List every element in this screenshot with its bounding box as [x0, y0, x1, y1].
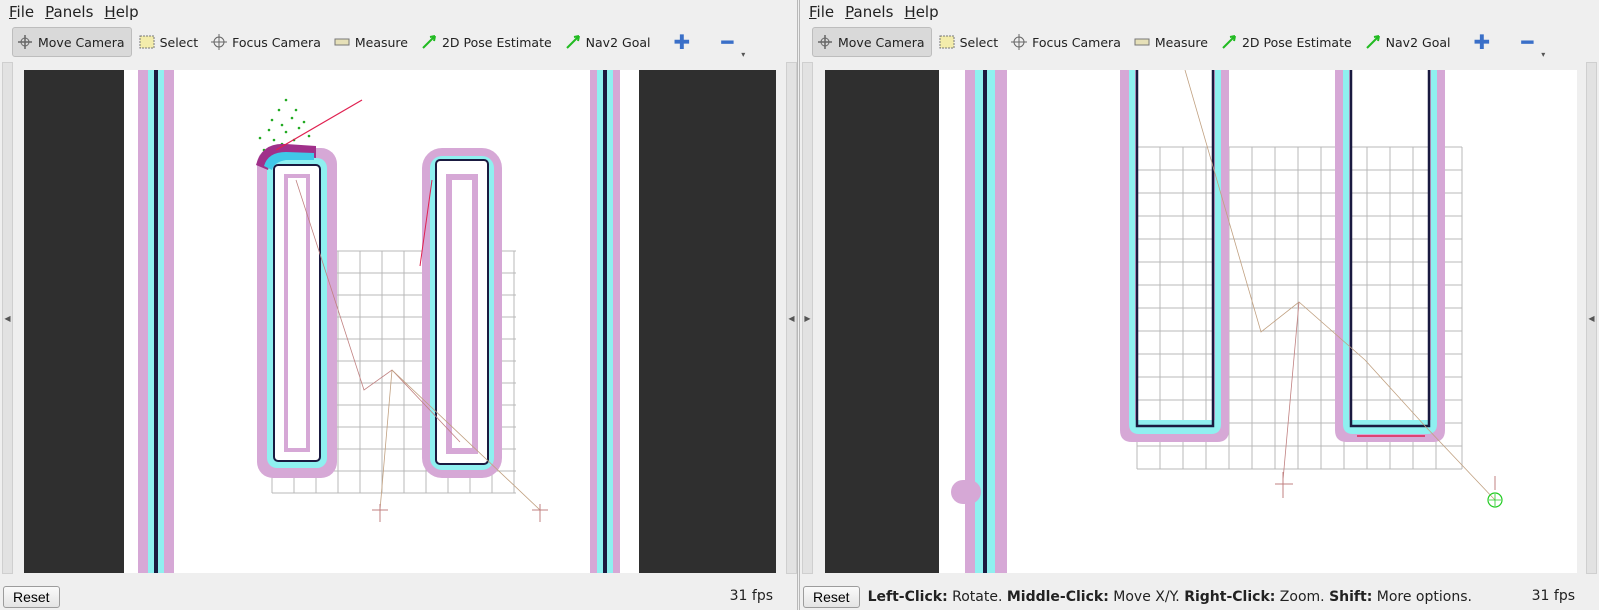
hint-zoom: Zoom.: [1275, 589, 1330, 605]
minus-icon: ━: [721, 30, 734, 54]
menu-file[interactable]: File: [9, 3, 34, 21]
rviz-window-right: File Panels Help Move Camera Select Focu…: [799, 0, 1599, 610]
measure-tool[interactable]: Measure: [330, 27, 414, 57]
green-arrow-icon: [1221, 34, 1239, 50]
select-tool[interactable]: Select: [935, 27, 1005, 57]
move-camera-label: Move Camera: [38, 34, 125, 50]
remove-tool-button[interactable]: ━: [1507, 27, 1547, 59]
focus-camera-tool[interactable]: Focus Camera: [1007, 27, 1127, 57]
pose-estimate-label: 2D Pose Estimate: [1241, 34, 1352, 50]
3d-viewport[interactable]: [24, 70, 776, 573]
map-render: [24, 70, 776, 573]
nav2-goal-label: Nav2 Goal: [1385, 34, 1451, 50]
menu-file[interactable]: File: [809, 3, 834, 21]
nav2-goal-tool[interactable]: Nav2 Goal: [1361, 27, 1457, 57]
plus-icon: ✚: [673, 30, 691, 54]
pose-estimate-label: 2D Pose Estimate: [441, 34, 552, 50]
right-panel-toggle[interactable]: ◀: [1586, 62, 1597, 574]
move-camera-icon: [17, 34, 35, 50]
hint-right-click: Right-Click:: [1184, 589, 1276, 605]
measure-tool[interactable]: Measure: [1130, 27, 1214, 57]
collapse-arrow-icon: ◀: [4, 313, 11, 323]
ruler-icon: [1134, 34, 1152, 50]
add-tool-button[interactable]: ✚: [1459, 27, 1504, 57]
pose-estimate-tool[interactable]: 2D Pose Estimate: [1217, 27, 1358, 57]
measure-label: Measure: [354, 34, 408, 50]
measure-label: Measure: [1154, 34, 1208, 50]
select-label: Select: [159, 34, 199, 50]
collapse-arrow-icon: ◀: [788, 313, 795, 323]
focus-camera-icon: [211, 34, 229, 50]
hint-rotate: Rotate.: [947, 589, 1007, 605]
hint-left-click: Left-Click:: [867, 589, 948, 605]
move-camera-tool[interactable]: Move Camera: [812, 27, 932, 57]
hint-move: Move X/Y.: [1108, 589, 1185, 605]
add-tool-button[interactable]: ✚: [659, 27, 704, 57]
select-tool[interactable]: Select: [135, 27, 205, 57]
menu-help[interactable]: Help: [104, 3, 138, 21]
right-panel-toggle[interactable]: ◀: [786, 62, 797, 574]
focus-camera-icon: [1011, 34, 1029, 50]
rviz-window-left: File Panels Help Move Camera Select Focu…: [0, 0, 798, 610]
select-icon: [939, 34, 957, 50]
menu-panels[interactable]: Panels: [45, 3, 93, 21]
ruler-icon: [334, 34, 352, 50]
minus-icon: ━: [1521, 30, 1534, 54]
move-camera-icon: [817, 34, 835, 50]
menu-panels[interactable]: Panels: [845, 3, 893, 21]
focus-camera-tool[interactable]: Focus Camera: [207, 27, 327, 57]
pose-estimate-tool[interactable]: 2D Pose Estimate: [417, 27, 558, 57]
menu-bar: File Panels Help: [800, 0, 1599, 24]
menu-bar: File Panels Help: [0, 0, 797, 24]
fps-counter: 31 fps: [729, 588, 773, 604]
menu-help[interactable]: Help: [904, 3, 938, 21]
fps-counter: 31 fps: [1531, 588, 1575, 604]
remove-tool-button[interactable]: ━: [707, 27, 747, 59]
3d-viewport[interactable]: [825, 70, 1577, 573]
reset-button[interactable]: Reset: [3, 586, 60, 608]
tool-bar: Move Camera Select Focus Camera Measure …: [800, 25, 1599, 59]
map-render: [825, 70, 1577, 573]
collapse-arrow-icon: ▶: [804, 313, 811, 323]
reset-button[interactable]: Reset: [803, 586, 860, 608]
left-panel-toggle[interactable]: ▶: [802, 62, 813, 574]
nav2-goal-label: Nav2 Goal: [585, 34, 651, 50]
select-icon: [139, 34, 157, 50]
green-arrow-icon: [421, 34, 439, 50]
green-arrow-icon: [1365, 34, 1383, 50]
hint-middle-click: Middle-Click:: [1006, 589, 1109, 605]
focus-camera-label: Focus Camera: [232, 34, 321, 50]
status-bar: Reset Left-Click: Rotate. Middle-Click: …: [800, 584, 1599, 610]
hint-shift: Shift:: [1329, 589, 1373, 605]
collapse-arrow-icon: ◀: [1588, 313, 1595, 323]
mouse-hint-text: Left-Click: Rotate. Middle-Click: Move X…: [868, 589, 1472, 605]
move-camera-label: Move Camera: [838, 34, 925, 50]
plus-icon: ✚: [1473, 30, 1491, 54]
nav2-goal-tool[interactable]: Nav2 Goal: [561, 27, 657, 57]
left-panel-toggle[interactable]: ◀: [2, 62, 13, 574]
green-arrow-icon: [565, 34, 583, 50]
hint-more: More options.: [1372, 589, 1472, 605]
move-camera-tool[interactable]: Move Camera: [12, 27, 132, 57]
status-bar: Reset 31 fps: [0, 584, 797, 610]
tool-bar: Move Camera Select Focus Camera Measure …: [0, 25, 797, 59]
focus-camera-label: Focus Camera: [1032, 34, 1121, 50]
select-label: Select: [959, 34, 999, 50]
